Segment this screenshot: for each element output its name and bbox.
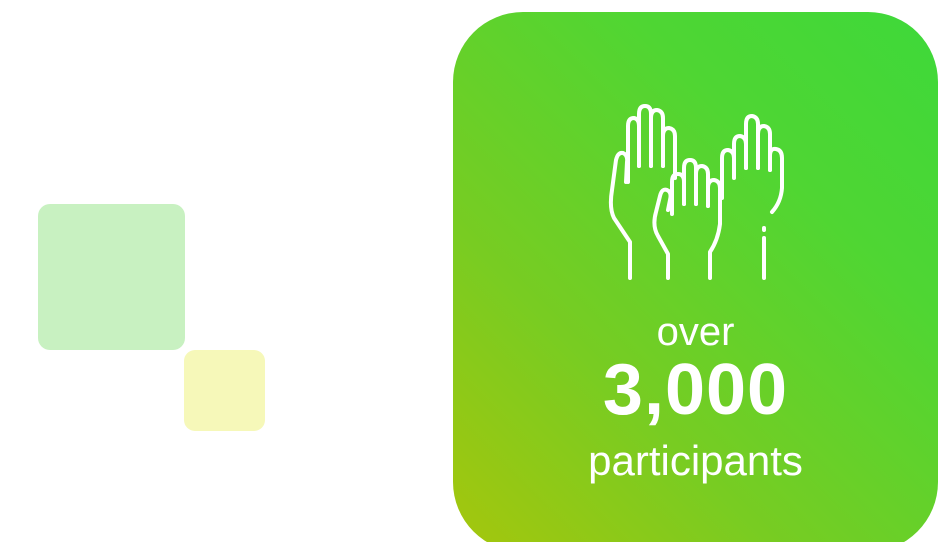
infographic-canvas: over 3,000 participants [0, 0, 949, 542]
decorative-square-yellow [184, 350, 265, 431]
stat-prefix-label: over [656, 310, 735, 354]
center-hand-icon [652, 158, 722, 280]
raised-hands-icon [608, 104, 784, 280]
right-hand-icon [720, 114, 784, 280]
decorative-square-green [38, 204, 185, 350]
stat-number: 3,000 [602, 350, 789, 430]
stat-unit-label: participants [588, 437, 803, 484]
